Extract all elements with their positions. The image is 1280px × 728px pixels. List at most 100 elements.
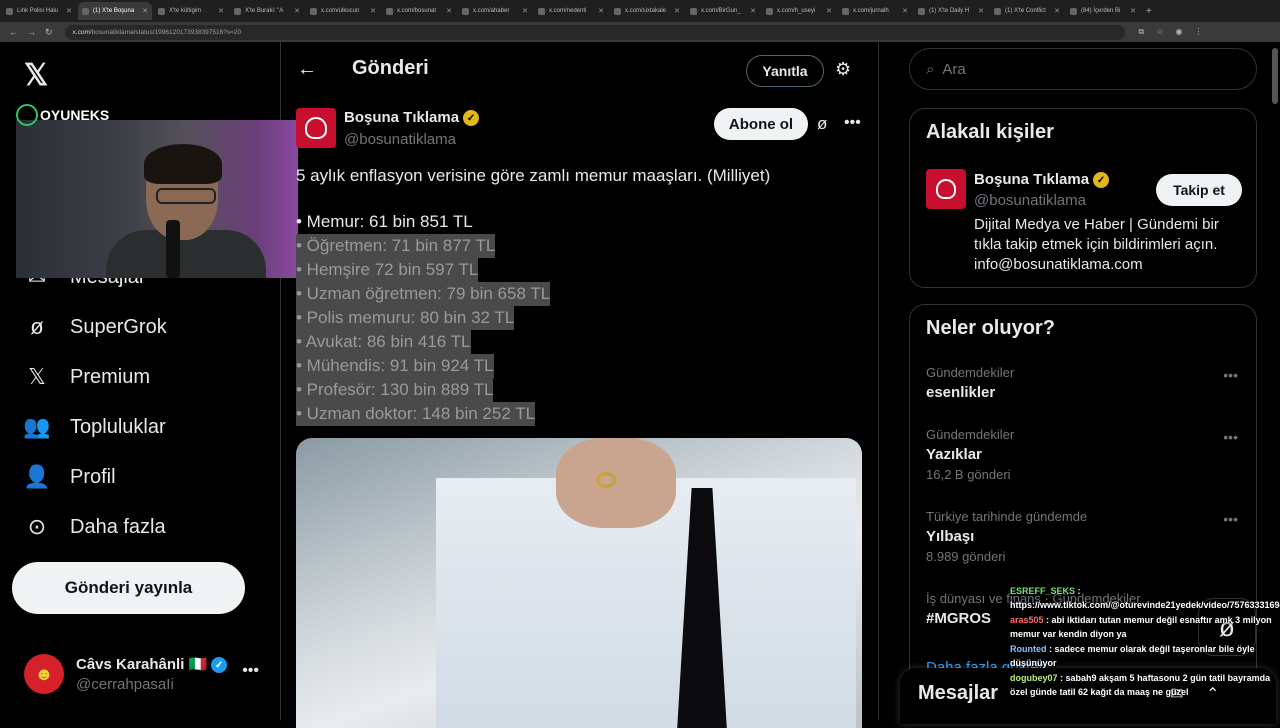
browser-tab[interactable]: x.com/jurnalh ✕ — [838, 2, 912, 20]
chat-user: dogubey07 — [1010, 673, 1058, 683]
trend-item[interactable]: Türkiye tarihinde gündemde Yılbaşı 8.989… — [926, 509, 1087, 564]
tab-favicon-icon — [918, 7, 925, 15]
microphone — [166, 220, 180, 278]
nav-item-premium[interactable]: 𝕏 Premium — [24, 364, 150, 390]
new-tab-icon[interactable]: + — [1146, 6, 1152, 17]
tab-close-icon[interactable]: ✕ — [826, 7, 832, 15]
trend-more-icon[interactable]: ••• — [1223, 511, 1238, 527]
nav-item-label: Profil — [70, 465, 116, 488]
tab-close-icon[interactable]: ✕ — [1054, 7, 1060, 15]
tab-favicon-icon — [234, 7, 241, 15]
browser-tab[interactable]: (1) X'te Conflict ✕ — [990, 2, 1064, 20]
tab-label: (1) X'te Boşuna — [93, 8, 135, 14]
x-icon: 𝕏 — [28, 364, 46, 389]
tab-close-icon[interactable]: ✕ — [674, 7, 680, 15]
tab-close-icon[interactable]: ✕ — [902, 7, 908, 15]
profile-icon[interactable]: ◉ — [1175, 27, 1182, 37]
tab-label: X'te kültigim — [169, 8, 202, 14]
tab-close-icon[interactable]: ✕ — [750, 7, 756, 15]
nav-item-more[interactable]: ⊙ Daha fazla — [24, 514, 166, 540]
chat-message: dogubey07 : sabah9 akşam 5 haftasonu 2 g… — [1010, 673, 1271, 697]
tab-label: x.com/jurnalh — [853, 8, 889, 14]
url-path: /bosunatiklama/status/199612017393839751… — [89, 28, 242, 36]
browser-tab[interactable]: Link Polisi Halu ✕ — [2, 2, 76, 20]
search-input[interactable]: ⌕ Ara — [909, 48, 1257, 90]
forward-nav-icon[interactable]: → — [27, 27, 36, 37]
nav-item-label: Topluluklar — [70, 415, 166, 438]
tab-close-icon[interactable]: ✕ — [142, 7, 148, 15]
trend-item[interactable]: Gündemdekiler Yazıklar 16,2 B gönderi — [926, 427, 1014, 482]
account-switcher[interactable]: ☻ Câvs Karahânli 🇮🇹 ✓ @cerrahpasaIi ••• — [24, 650, 269, 700]
menu-kebab-icon[interactable]: ⋮ — [1194, 27, 1202, 37]
stream-chat-overlay: ESREFF_SEKS : https://www.tiktok.com/@ot… — [1010, 584, 1280, 700]
chat-text: sadece memur olarak değil taşeronlar bil… — [1010, 644, 1255, 668]
post-image[interactable] — [296, 438, 862, 728]
follow-button[interactable]: Takip et — [1156, 174, 1242, 206]
tab-label: X'te Buraki: "A — [245, 8, 284, 14]
browser-tab[interactable]: x.com/bosunat ✕ — [382, 2, 456, 20]
tab-close-icon[interactable]: ✕ — [66, 7, 72, 15]
browser-tab[interactable]: x.com/sixtakale ✕ — [610, 2, 684, 20]
tab-close-icon[interactable]: ✕ — [522, 7, 528, 15]
more-options-icon[interactable]: ••• — [242, 662, 259, 680]
brand-logo-icon — [16, 104, 38, 126]
subscribe-button[interactable]: Abone ol — [714, 108, 808, 140]
address-bar[interactable]: x.com/bosunatiklama/status/1996120173938… — [64, 24, 1125, 40]
card-title: Neler oluyor? — [926, 317, 1055, 339]
browser-tab[interactable]: x.com/ahaber ✕ — [458, 2, 532, 20]
browser-toolbar: ← → ↻ x.com/bosunatiklama/status/1996120… — [0, 22, 1280, 42]
browser-tab-bar: Link Polisi Halu ✕ (1) X'te Boşuna ✕ X'te kü… — [0, 0, 1280, 22]
related-name[interactable]: Boşuna Tıklama — [974, 171, 1089, 188]
extension-icon[interactable]: ⧉ — [1139, 27, 1145, 37]
nav-item-supergrok[interactable]: ø SuperGrok — [24, 314, 167, 340]
tab-label: (84) İçerden Bi — [1081, 8, 1121, 14]
tab-close-icon[interactable]: ✕ — [598, 7, 604, 15]
browser-tab[interactable]: (1) X'te Boşuna ✕ — [78, 2, 152, 20]
post-button[interactable]: Gönderi yayınla — [12, 562, 245, 614]
tab-label: Link Polisi Halu — [17, 8, 59, 14]
sliders-icon[interactable]: ⚙ — [835, 59, 851, 80]
reply-button[interactable]: Yanıtla — [746, 55, 824, 87]
post-author-name[interactable]: Boşuna Tıklama — [344, 109, 459, 126]
browser-tab[interactable]: X'te Buraki: "A ✕ — [230, 2, 304, 20]
tab-close-icon[interactable]: ✕ — [978, 7, 984, 15]
browser-tab[interactable]: x.com/h_useyi ✕ — [762, 2, 836, 20]
tab-close-icon[interactable]: ✕ — [370, 7, 376, 15]
chat-message: aras505 : abi iktidarı tutan memur değil… — [1010, 615, 1272, 639]
more-options-icon[interactable]: ••• — [844, 114, 861, 132]
browser-tab[interactable]: x.com/ulkucun ✕ — [306, 2, 380, 20]
trend-more-icon[interactable]: ••• — [1223, 429, 1238, 445]
tab-close-icon[interactable]: ✕ — [446, 7, 452, 15]
related-people-card: Alakalı kişiler Boşuna Tıklama ✓ @bosunat… — [909, 108, 1257, 288]
nav-item-label: SuperGrok — [70, 315, 167, 338]
tab-close-icon[interactable]: ✕ — [294, 7, 300, 15]
webcam-overlay — [16, 120, 298, 278]
back-arrow-icon[interactable]: ← — [297, 58, 317, 81]
nav-item-communities[interactable]: 👥 Topluluklar — [23, 414, 166, 440]
browser-tab[interactable]: (1) X'te Daily H ✕ — [914, 2, 988, 20]
salary-line: • Uzman doktor: 148 bin 252 TL — [296, 402, 536, 426]
browser-tab[interactable]: x.com/nedenti ✕ — [534, 2, 608, 20]
browser-tab[interactable]: (84) İçerden Bi ✕ — [1066, 2, 1140, 20]
tab-close-icon[interactable]: ✕ — [1130, 7, 1136, 15]
browser-tab[interactable]: x.com/BirGun_ ✕ — [686, 2, 760, 20]
page-scrollbar[interactable] — [1272, 48, 1278, 104]
reload-icon[interactable]: ↻ — [45, 27, 53, 38]
nav-item-profile[interactable]: 👤 Profil — [23, 464, 116, 490]
post-author-handle[interactable]: @bosunatiklama — [344, 131, 456, 148]
bookmark-star-icon[interactable]: ☆ — [1156, 27, 1163, 37]
tab-close-icon[interactable]: ✕ — [218, 7, 224, 15]
tab-label: (1) X'te Daily H — [929, 8, 970, 14]
grok-icon[interactable]: ø — [817, 114, 827, 134]
related-handle[interactable]: @bosunatiklama — [974, 192, 1086, 209]
browser-tab[interactable]: X'te kültigim ✕ — [154, 2, 228, 20]
nav-item-label: Premium — [70, 365, 151, 388]
back-nav-icon[interactable]: ← — [9, 27, 18, 37]
tab-favicon-icon — [158, 7, 165, 15]
x-logo-icon[interactable]: 𝕏 — [24, 58, 48, 93]
trend-more-icon[interactable]: ••• — [1223, 367, 1238, 383]
post-author-avatar[interactable] — [296, 108, 336, 148]
tab-label: x.com/sixtakale — [625, 8, 667, 14]
related-avatar[interactable] — [926, 169, 966, 209]
trend-item[interactable]: Gündemdekiler esenlikler — [926, 365, 1014, 401]
